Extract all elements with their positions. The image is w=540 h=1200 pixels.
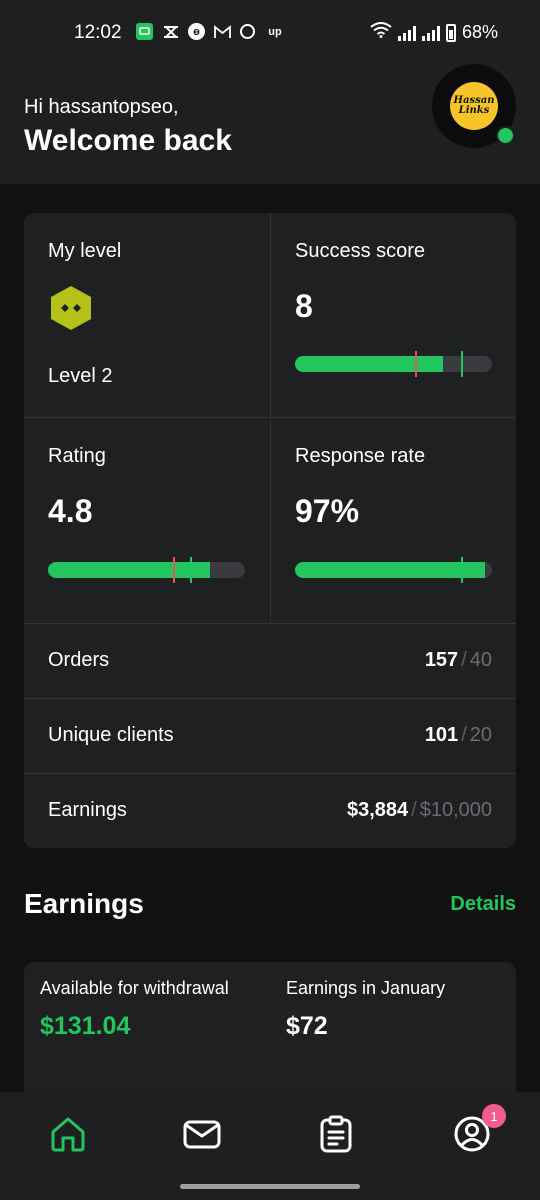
greeting-text: Hi hassantopseo, xyxy=(24,96,179,118)
rating-cell[interactable]: Rating 4.8 xyxy=(24,417,270,623)
orders-label: Orders xyxy=(48,649,110,671)
success-score-cell[interactable]: Success score 8 xyxy=(270,213,516,417)
chat-icon xyxy=(136,23,153,40)
success-score-label: Success score xyxy=(295,240,426,262)
level-value: Level 2 xyxy=(48,365,113,387)
page-title: Welcome back xyxy=(24,124,232,157)
response-rate-label: Response rate xyxy=(295,445,426,467)
upwork-icon: up xyxy=(268,25,282,38)
notification-icons: ɵ up xyxy=(136,23,286,40)
rating-value: 4.8 xyxy=(48,493,93,529)
nav-home[interactable] xyxy=(48,1114,88,1154)
signal-icon xyxy=(397,25,416,41)
level-label: My level xyxy=(48,240,122,262)
circle-icon xyxy=(240,24,255,39)
home-icon xyxy=(51,1117,85,1152)
unique-clients-value: 101/20 xyxy=(424,724,492,746)
target-marker xyxy=(190,557,192,583)
signal-icon xyxy=(421,25,440,41)
response-rate-bar xyxy=(295,557,492,583)
inbox-icon xyxy=(183,1120,221,1149)
success-score-value: 8 xyxy=(295,288,313,324)
level-badge-icon xyxy=(51,286,91,330)
threads-icon: ɵ xyxy=(188,23,205,40)
profile-notification-badge: 1 xyxy=(482,1104,506,1128)
earnings-section-title: Earnings xyxy=(24,888,144,919)
stats-card: My level Level 2 Success score 8 Rating … xyxy=(24,213,516,848)
response-rate-cell[interactable]: Response rate 97% xyxy=(270,417,516,623)
earnings-card: Available for withdrawal $131.04 Earning… xyxy=(24,962,516,1102)
success-score-bar xyxy=(295,351,492,377)
earnings-details-link[interactable]: Details xyxy=(450,893,516,916)
orders-icon xyxy=(320,1115,352,1153)
available-withdrawal-label: Available for withdrawal xyxy=(40,978,229,998)
level-cell[interactable]: My level Level 2 xyxy=(24,213,270,417)
battery-icon xyxy=(445,23,456,42)
status-time: 12:02 xyxy=(74,22,122,43)
status-bar: 12:02 ɵ up 68% xyxy=(0,0,540,70)
threshold-marker xyxy=(415,351,417,377)
orders-value: 157/40 xyxy=(424,649,492,671)
capcut-icon xyxy=(162,23,179,40)
wifi-icon xyxy=(370,22,392,43)
welcome-header: Hi hassantopseo, Welcome back Hassan Lin… xyxy=(0,64,540,184)
nav-orders[interactable] xyxy=(316,1114,356,1154)
divider xyxy=(24,623,516,624)
monthly-earnings-label: Earnings in January xyxy=(286,978,446,998)
divider xyxy=(24,698,516,699)
divider xyxy=(24,773,516,774)
avatar-logo: Hassan Links xyxy=(450,82,498,130)
system-status: 68% xyxy=(370,22,498,43)
home-indicator[interactable] xyxy=(180,1184,360,1189)
earnings-label: Earnings xyxy=(48,799,127,821)
battery-percent: 68% xyxy=(461,22,498,42)
gmail-icon xyxy=(214,23,231,40)
unique-clients-label: Unique clients xyxy=(48,724,174,746)
target-marker xyxy=(461,351,463,377)
earnings-value: $3,884/$10,000 xyxy=(346,799,492,821)
available-withdrawal-value: $131.04 xyxy=(40,1012,131,1040)
nav-inbox[interactable] xyxy=(182,1114,222,1154)
rating-label: Rating xyxy=(48,445,106,467)
threshold-marker xyxy=(173,557,175,583)
rating-bar xyxy=(48,557,245,583)
target-marker xyxy=(461,557,463,583)
response-rate-value: 97% xyxy=(295,493,360,529)
monthly-earnings-value: $72 xyxy=(286,1012,328,1040)
online-status-dot xyxy=(496,126,515,145)
